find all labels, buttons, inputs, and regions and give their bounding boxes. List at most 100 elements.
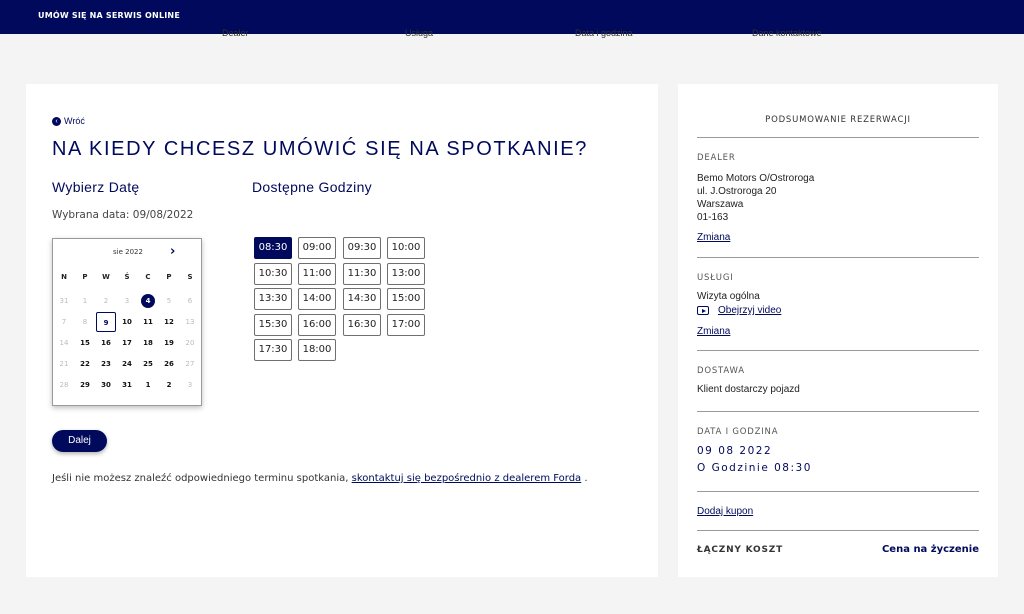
weekday-label: P: [166, 273, 172, 281]
time-slot[interactable]: 11:30: [343, 262, 381, 285]
time-slot[interactable]: 16:30: [343, 313, 381, 336]
time-slot[interactable]: 10:30: [254, 262, 292, 285]
time-slot[interactable]: 13:00: [387, 262, 425, 285]
weekday-label: Ś: [124, 273, 130, 281]
time-slot[interactable]: 15:00: [387, 288, 425, 311]
calendar-day[interactable]: 8: [75, 312, 95, 332]
divider: [697, 350, 979, 351]
app-title: UMÓW SIĘ NA SERWIS ONLINE: [38, 11, 180, 20]
time-slot[interactable]: 18:00: [298, 339, 336, 362]
divider: [697, 411, 979, 412]
total-cost-value: Cena na życzenie: [881, 544, 979, 555]
weekday-label: P: [82, 273, 88, 281]
time-slot[interactable]: 09:30: [343, 237, 381, 259]
next-button[interactable]: Dalej: [52, 430, 107, 452]
calendar-day[interactable]: 23: [96, 354, 116, 374]
contact-dealer-note: Jeśli nie możesz znaleźć odpowiedniego t…: [52, 473, 588, 484]
calendar-day[interactable]: 21: [54, 354, 74, 374]
calendar-day[interactable]: 27: [180, 354, 200, 374]
divider: [697, 530, 979, 531]
calendar-day[interactable]: 3: [117, 291, 137, 311]
calendar-day[interactable]: 3: [180, 375, 200, 395]
calendar-day[interactable]: 17: [117, 333, 137, 353]
video-play-icon: [697, 306, 709, 315]
calendar-day[interactable]: 18: [138, 333, 158, 353]
calendar-day[interactable]: 24: [117, 354, 137, 374]
calendar-day[interactable]: 31: [117, 375, 137, 395]
dealer-zip: 01-163: [697, 212, 729, 223]
service-name: Wizyta ogólna: [697, 291, 760, 302]
time-slot[interactable]: 09:00: [298, 237, 336, 259]
change-dealer-link[interactable]: Zmiana: [697, 232, 730, 243]
calendar-day[interactable]: 6: [180, 291, 200, 311]
divider: [697, 137, 979, 138]
calendar-day[interactable]: 15: [75, 333, 95, 353]
time-slot-selected[interactable]: 08:30: [254, 237, 292, 259]
calendar-day[interactable]: 13: [180, 312, 200, 332]
time-slot[interactable]: 17:00: [387, 313, 425, 336]
back-label: Wróć: [64, 116, 85, 126]
summary-date: 09 08 2022: [697, 445, 773, 457]
time-slot[interactable]: 14:00: [298, 288, 336, 311]
divider: [697, 257, 979, 258]
contact-dealer-link[interactable]: skontaktuj się bezpośrednio z dealerem F…: [352, 473, 582, 484]
calendar-day[interactable]: 11: [138, 312, 158, 332]
services-label: USŁUGI: [697, 273, 734, 283]
page-title: NA KIEDY CHCESZ UMÓWIĆ SIĘ NA SPOTKANIE?: [52, 138, 588, 160]
step-contact[interactable]: Dane kontaktowe: [752, 28, 822, 38]
datetime-label: DATA I GODZINA: [697, 427, 779, 437]
calendar-day-today[interactable]: 4: [138, 291, 158, 311]
time-slot[interactable]: 14:30: [343, 288, 381, 311]
step-service[interactable]: Usługa: [405, 28, 433, 38]
summary-time: O Godzinie 08:30: [697, 462, 812, 474]
calendar-day[interactable]: 14: [54, 333, 74, 353]
back-link[interactable]: ‹ Wróć: [52, 116, 85, 126]
weekday-label: S: [187, 273, 193, 281]
calendar-day[interactable]: 31: [54, 291, 74, 311]
watch-video-link[interactable]: Obejrzyj video: [718, 305, 781, 316]
calendar-day[interactable]: 29: [75, 375, 95, 395]
calendar-day[interactable]: 16: [96, 333, 116, 353]
date-section-title: Wybierz Datę: [52, 179, 140, 195]
calendar-day[interactable]: 1: [75, 291, 95, 311]
step-date-time[interactable]: Data i godzina: [575, 28, 633, 38]
step-dealer[interactable]: Dealer: [222, 28, 249, 38]
watch-video-row[interactable]: Obejrzyj video: [697, 305, 781, 316]
weekday-label: C: [145, 273, 151, 281]
total-cost-label: ŁĄCZNY KOSZT: [697, 545, 784, 555]
calendar-day-selected[interactable]: 9: [96, 312, 116, 332]
delivery-label: DOSTAWA: [697, 366, 745, 376]
calendar-day[interactable]: 28: [54, 375, 74, 395]
dealer-name: Bemo Motors O/Ostroroga: [697, 173, 815, 184]
progress-steps: Dealer Usługa Data i godzina Dane kontak…: [0, 28, 1024, 42]
calendar-day[interactable]: 25: [138, 354, 158, 374]
note-end: .: [584, 473, 588, 484]
calendar-day[interactable]: 1: [138, 375, 158, 395]
dealer-label: DEALER: [697, 153, 736, 163]
time-slot[interactable]: 11:00: [298, 262, 336, 285]
calendar-day[interactable]: 5: [159, 291, 179, 311]
time-slot[interactable]: 13:30: [254, 288, 292, 311]
calendar-day[interactable]: 7: [54, 312, 74, 332]
booking-card: ‹ Wróć NA KIEDY CHCESZ UMÓWIĆ SIĘ NA SPO…: [26, 84, 658, 577]
date-picker-calendar: sie 2022 › N P W Ś C P S 31 1 2 3 4 5 6 7 8 9 10 11 12 13 14 1…: [52, 238, 202, 406]
add-coupon-link[interactable]: Dodaj kupon: [697, 506, 753, 517]
weekday-label: N: [61, 273, 67, 281]
chevron-right-icon[interactable]: ›: [170, 244, 175, 259]
calendar-day[interactable]: 2: [96, 291, 116, 311]
change-service-link[interactable]: Zmiana: [697, 326, 730, 337]
calendar-day[interactable]: 2: [159, 375, 179, 395]
calendar-day[interactable]: 22: [75, 354, 95, 374]
time-slot[interactable]: 10:00: [387, 237, 425, 259]
time-slot[interactable]: 15:30: [254, 313, 292, 336]
calendar-day[interactable]: 12: [159, 312, 179, 332]
calendar-day[interactable]: 20: [180, 333, 200, 353]
booking-summary: PODSUMOWANIE REZERWACJI DEALER Bemo Moto…: [678, 84, 998, 577]
time-slot[interactable]: 17:30: [254, 339, 292, 362]
time-slot[interactable]: 16:00: [298, 313, 336, 336]
calendar-day[interactable]: 26: [159, 354, 179, 374]
calendar-day[interactable]: 19: [159, 333, 179, 353]
calendar-day[interactable]: 10: [117, 312, 137, 332]
calendar-day[interactable]: 30: [96, 375, 116, 395]
delivery-value: Klient dostarczy pojazd: [697, 384, 800, 395]
